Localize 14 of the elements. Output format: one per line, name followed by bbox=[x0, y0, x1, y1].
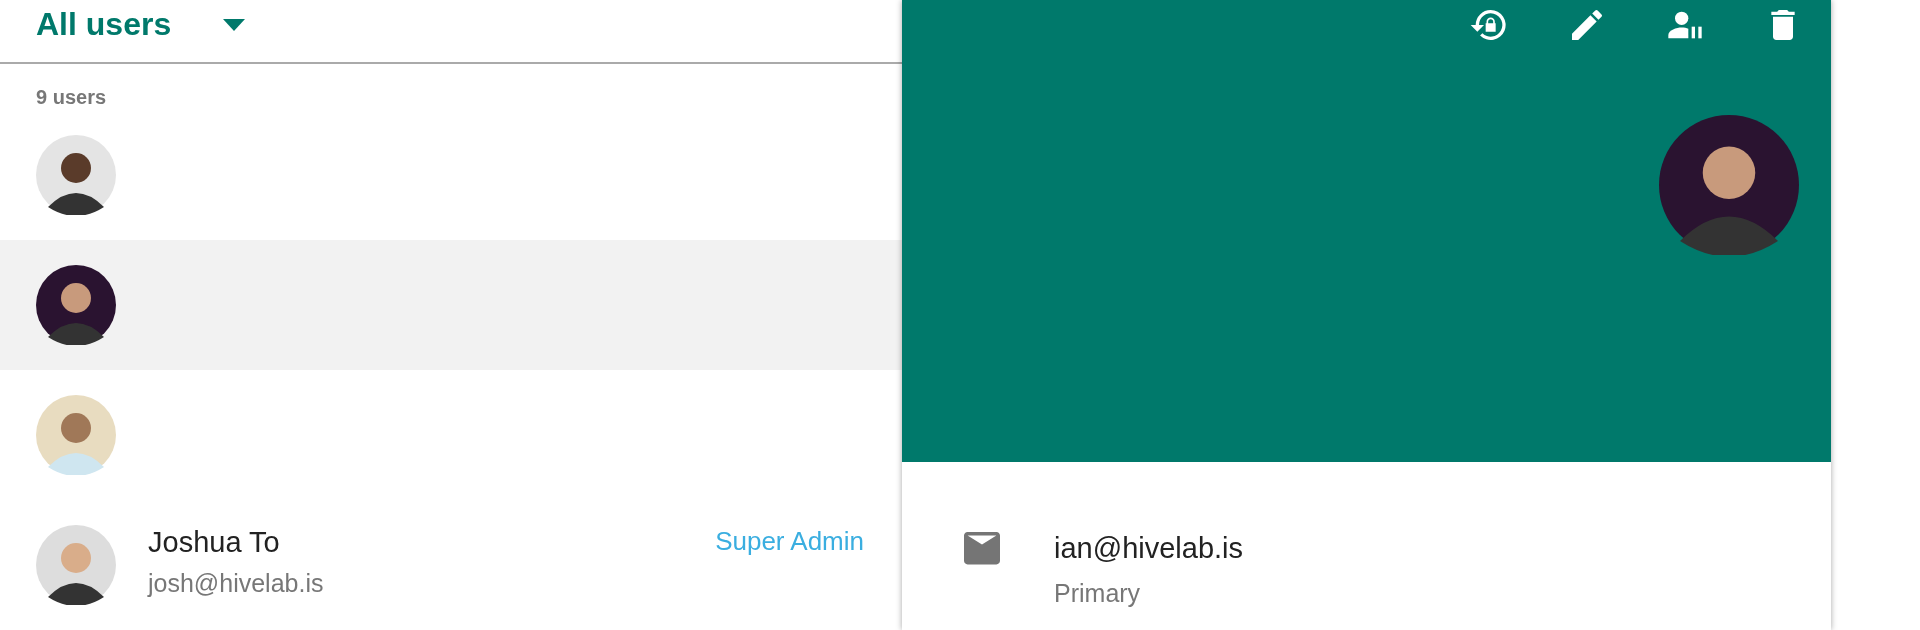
avatar-icon bbox=[36, 525, 116, 605]
avatar-icon bbox=[36, 265, 116, 345]
user-count: 9 users bbox=[35, 85, 108, 110]
profile-avatar-icon bbox=[1659, 115, 1799, 255]
email-type-label: Primary bbox=[1054, 579, 1142, 608]
avatar-icon bbox=[36, 395, 116, 475]
user-role: Super Admin bbox=[715, 525, 864, 557]
avatar-icon bbox=[36, 135, 116, 215]
user-row[interactable] bbox=[0, 240, 902, 370]
user-email: josh@hivelab.is bbox=[148, 569, 325, 598]
user-filter-dropdown[interactable]: All users bbox=[36, 6, 246, 43]
detail-email: ian@hivelab.is bbox=[1054, 532, 1244, 565]
caret-icon bbox=[223, 18, 246, 31]
user-name: Joshua To bbox=[148, 526, 281, 559]
